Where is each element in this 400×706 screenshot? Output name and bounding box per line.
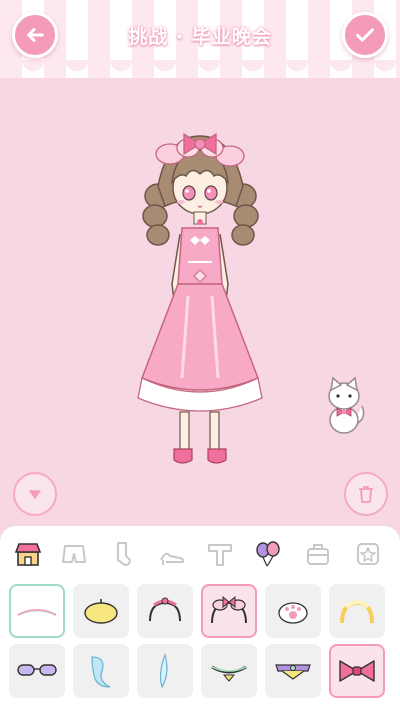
beret-icon — [84, 599, 118, 624]
bag-icon — [307, 544, 329, 565]
item-ribbon-clip[interactable] — [201, 644, 257, 698]
bow-headband-icon — [211, 595, 247, 624]
collapse-button[interactable] — [13, 472, 57, 516]
high-heel-icon — [160, 552, 185, 565]
item-paw-hairclip[interactable] — [265, 584, 321, 638]
tab-shop[interactable] — [8, 534, 48, 574]
sunglasses-icon — [17, 664, 57, 676]
item-lace-headband[interactable] — [137, 584, 193, 638]
item-rainbow-clip[interactable] — [265, 644, 321, 698]
tab-tops[interactable] — [200, 534, 240, 574]
wardrobe-panel — [0, 526, 400, 706]
white-cat-pet[interactable] — [322, 376, 370, 436]
back-arrow-icon — [27, 28, 44, 42]
page-title: 挑战 · 毕业晚会 — [128, 26, 272, 48]
item-beret[interactable] — [73, 584, 129, 638]
yellow-headband-icon — [340, 600, 374, 624]
rainbow-clip-icon — [275, 664, 311, 680]
item-red-bow[interactable] — [329, 644, 385, 698]
top-icon — [208, 544, 232, 566]
item-feather[interactable] — [137, 644, 193, 698]
lace-headband-icon — [149, 597, 181, 622]
tab-bags[interactable] — [298, 534, 338, 574]
text-headband-icon — [17, 609, 57, 616]
shop-icon — [14, 543, 42, 566]
ribbon-clip-icon — [211, 665, 247, 682]
shorts-icon — [62, 545, 86, 563]
checkmark-icon — [356, 28, 374, 42]
item-sunglasses[interactable] — [9, 644, 65, 698]
item-text-headband[interactable] — [9, 584, 65, 638]
sock-icon — [117, 542, 131, 566]
item-bow-headband[interactable] — [201, 584, 257, 638]
red-bow-icon — [339, 660, 375, 682]
doll-character[interactable] — [128, 116, 273, 466]
trash-icon — [359, 486, 373, 503]
dress-up-stage — [0, 78, 400, 528]
category-tabs — [0, 534, 400, 574]
veil-icon — [91, 656, 111, 688]
item-veil[interactable] — [73, 644, 129, 698]
tab-badges[interactable] — [348, 534, 388, 574]
tab-bottoms[interactable] — [54, 534, 94, 574]
item-yellow-headband[interactable] — [329, 584, 385, 638]
tab-socks[interactable] — [102, 534, 142, 574]
paw-hairclip-icon — [278, 602, 308, 624]
tab-accessories[interactable] — [248, 534, 288, 574]
delete-button[interactable] — [344, 472, 388, 516]
tab-shoes[interactable] — [152, 534, 192, 574]
back-button[interactable] — [12, 12, 58, 58]
confirm-button[interactable] — [342, 12, 388, 58]
star-badge-icon — [357, 543, 379, 565]
chevron-down-icon — [29, 490, 41, 499]
feather-icon — [159, 652, 168, 689]
balloons-icon — [256, 541, 280, 567]
